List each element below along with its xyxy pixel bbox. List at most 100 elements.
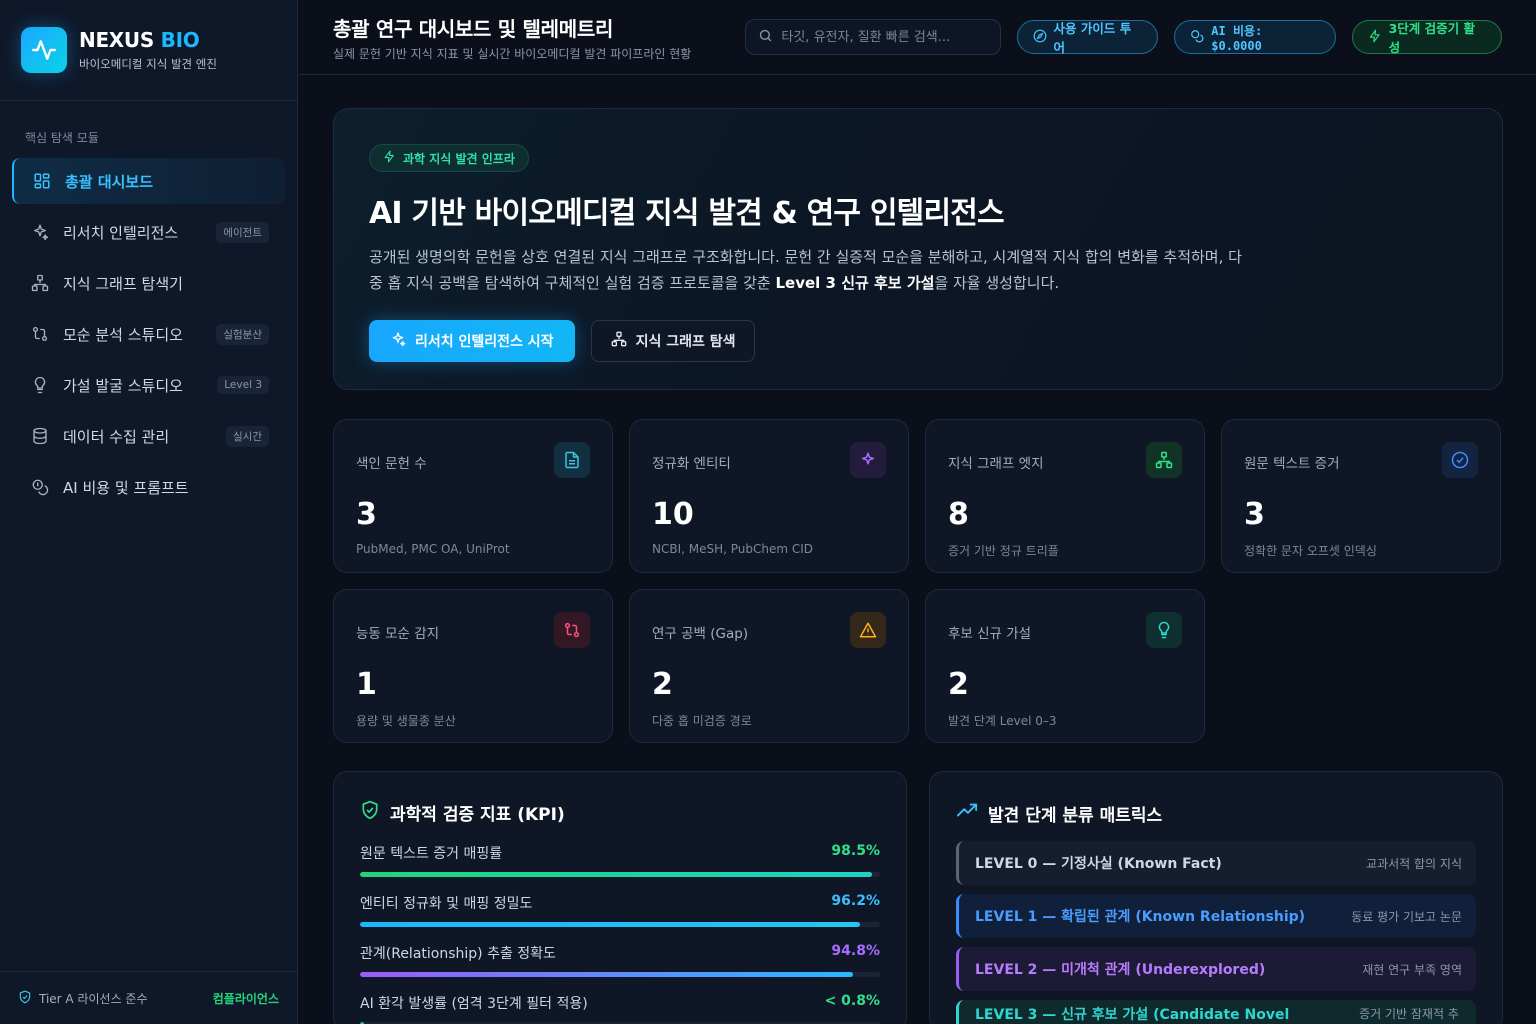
sidebar-item-label: 리서치 인텔리전스 <box>63 223 179 242</box>
level-row[interactable]: LEVEL 2 — 미개척 관계 (Underexplored) 재현 연구 부… <box>956 947 1476 991</box>
kpi-progress-track <box>360 972 880 977</box>
sidebar-item-ai-cost[interactable]: AI 비용 및 프롬프트 <box>12 464 285 510</box>
sidebar-item-contradiction-studio[interactable]: 모순 분석 스튜디오 실험분산 <box>12 311 285 357</box>
level-row[interactable]: LEVEL 1 — 확립된 관계 (Known Relationship) 동료… <box>956 894 1476 938</box>
stat-subtitle: 발견 단계 Level 0–3 <box>948 714 1057 728</box>
kpi-panel-title: 과학적 검증 지표 (KPI) <box>360 800 880 825</box>
kpi-progress-fill <box>360 872 873 877</box>
stat-value: 3 <box>1244 497 1265 532</box>
dashboard-icon <box>32 171 52 191</box>
kpi-progress-fill <box>360 972 853 977</box>
explore-graph-button[interactable]: 지식 그래프 탐색 <box>590 320 756 362</box>
top-bar: 총괄 연구 대시보드 및 텔레메트리 실제 문헌 기반 지식 지표 및 실시간 … <box>299 0 1536 75</box>
level-label: LEVEL 1 — 확립된 관계 (Known Relationship) <box>975 909 1306 925</box>
guide-tour-button[interactable]: 사용 가이드 투어 <box>1016 20 1159 55</box>
document-icon <box>554 442 590 478</box>
kpi-panel: 과학적 검증 지표 (KPI) 원문 텍스트 증거 매핑률 98.5% 엔티티 … <box>333 771 907 1024</box>
trending-up-icon <box>956 800 978 827</box>
level-row[interactable]: LEVEL 0 — 기정사실 (Known Fact) 교과서적 합의 지식 <box>956 841 1476 885</box>
kpi-row: 엔티티 정규화 및 매핑 정밀도 96.2% <box>360 893 880 927</box>
kpi-progress-track <box>360 872 880 877</box>
level-label: LEVEL 0 — 기정사실 (Known Fact) <box>975 856 1222 872</box>
kpi-label: 관계(Relationship) 추출 정확도 <box>360 946 556 962</box>
stat-subtitle: 용량 및 생물종 분산 <box>356 714 456 728</box>
sidebar: NEXUS BIO 바이오메디컬 지식 발견 엔진 핵심 탐색 모듈 총괄 대시… <box>0 0 298 1024</box>
stat-subtitle: 정확한 문자 오프셋 인덱싱 <box>1244 544 1377 558</box>
network-icon <box>1146 442 1182 478</box>
stat-card[interactable]: 정규화 엔티티 10 NCBI, MeSH, PubChem CID <box>629 419 909 573</box>
kpi-label: 원문 텍스트 증거 매핑률 <box>360 846 503 862</box>
verifier-status-button[interactable]: 3단계 검증기 활성 <box>1351 20 1502 55</box>
zap-icon <box>1368 29 1382 46</box>
page-subtitle: 실제 문헌 기반 지식 지표 및 실시간 바이오메디컬 발견 파이프라인 현황 <box>333 46 692 61</box>
compliance-link[interactable]: 컴플라이언스 <box>213 990 279 1007</box>
stat-value: 1 <box>356 667 377 702</box>
search-box[interactable] <box>745 19 1001 55</box>
kpi-value: 98.5% <box>831 843 880 859</box>
stat-subtitle: PubMed, PMC OA, UniProt <box>356 542 510 556</box>
brand-subtitle: 바이오메디컬 지식 발견 엔진 <box>79 57 217 71</box>
stat-value: 10 <box>652 497 694 532</box>
main-content: 과학 지식 발견 인프라 AI 기반 바이오메디컬 지식 발견 & 연구 인텔리… <box>333 108 1503 1024</box>
stat-value: 2 <box>948 667 969 702</box>
kpi-value: < 0.8% <box>824 993 880 1009</box>
hero-tag: 과학 지식 발견 인프라 <box>369 144 529 172</box>
stat-value: 8 <box>948 497 969 532</box>
kpi-label: 엔티티 정규화 및 매핑 정밀도 <box>360 896 533 912</box>
nav-section-title: 핵심 탐색 모듈 <box>25 131 99 145</box>
start-research-label: 리서치 인텔리전스 시작 <box>415 334 554 350</box>
verifier-status-label: 3단계 검증기 활성 <box>1388 21 1475 55</box>
warning-icon <box>850 612 886 648</box>
nav-badge: 에이전트 <box>216 221 269 243</box>
stat-value: 2 <box>652 667 673 702</box>
sidebar-item-research-intelligence[interactable]: 리서치 인텔리전스 에이전트 <box>12 209 285 255</box>
stat-subtitle: NCBI, MeSH, PubChem CID <box>652 542 814 556</box>
ai-cost-label: AI 비용: $0.0000 <box>1211 23 1263 53</box>
database-icon <box>30 426 50 446</box>
kpi-row: 관계(Relationship) 추출 정확도 94.8% <box>360 943 880 977</box>
brand-header[interactable]: NEXUS BIO 바이오메디컬 지식 발견 엔진 <box>0 0 297 101</box>
bottom-panels: 과학적 검증 지표 (KPI) 원문 텍스트 증거 매핑률 98.5% 엔티티 … <box>333 771 1503 1024</box>
sidebar-item-hypothesis-studio[interactable]: 가설 발굴 스튜디오 Level 3 <box>12 362 285 408</box>
start-research-button[interactable]: 리서치 인텔리전스 시작 <box>369 320 575 362</box>
sidebar-item-label: 모순 분석 스튜디오 <box>63 325 183 344</box>
network-icon <box>30 273 50 293</box>
kpi-progress-track <box>360 922 880 927</box>
guide-tour-label: 사용 가이드 투어 <box>1053 21 1132 55</box>
kpi-row: 원문 텍스트 증거 매핑률 98.5% <box>360 843 880 877</box>
stat-subtitle: 다중 홉 미검증 경로 <box>652 714 752 728</box>
sidebar-item-label: 가설 발굴 스튜디오 <box>63 376 183 395</box>
check-circle-icon <box>1442 442 1478 478</box>
sidebar-item-label: AI 비용 및 프롬프트 <box>63 478 189 497</box>
stat-card[interactable]: 원문 텍스트 증거 3 정확한 문자 오프셋 인덱싱 <box>1221 419 1501 573</box>
git-compare-icon <box>30 324 50 344</box>
kpi-label: AI 환각 발생률 (엄격 3단계 필터 적용) <box>360 996 588 1012</box>
sparkles-icon <box>30 222 50 242</box>
stat-card[interactable]: 연구 공백 (Gap) 2 다중 홉 미검증 경로 <box>629 589 909 743</box>
stat-card[interactable]: 능동 모순 감지 1 용량 및 생물종 분산 <box>333 589 613 743</box>
sidebar-item-data-ingestion[interactable]: 데이터 수집 관리 실시간 <box>12 413 285 459</box>
sidebar-item-label: 데이터 수집 관리 <box>63 427 170 446</box>
coins-icon <box>1190 29 1204 46</box>
shield-check-icon <box>360 800 380 825</box>
nav-section: 핵심 탐색 모듈 총괄 대시보드 리서치 인텔리전스 에이전트 지식 그래프 탐… <box>0 129 297 510</box>
levels-panel-title: 발견 단계 분류 매트릭스 <box>956 800 1476 827</box>
git-compare-icon <box>554 612 590 648</box>
search-input[interactable] <box>781 29 982 45</box>
sidebar-item-label: 지식 그래프 탐색기 <box>63 274 183 293</box>
lightbulb-icon <box>30 375 50 395</box>
level-row[interactable]: LEVEL 3 — 신규 후보 가설 (Candidate Novel Hypo… <box>956 1000 1476 1024</box>
sidebar-item-knowledge-graph[interactable]: 지식 그래프 탐색기 <box>12 260 285 306</box>
level-label: LEVEL 2 — 미개척 관계 (Underexplored) <box>975 962 1266 978</box>
stat-card[interactable]: 색인 문헌 수 3 PubMed, PMC OA, UniProt <box>333 419 613 573</box>
brand-name: NEXUS BIO <box>79 28 200 52</box>
hero-panel: 과학 지식 발견 인프라 AI 기반 바이오메디컬 지식 발견 & 연구 인텔리… <box>333 108 1503 390</box>
stat-card[interactable]: 후보 신규 가설 2 발견 단계 Level 0–3 <box>925 589 1205 743</box>
zap-icon <box>383 150 396 166</box>
stat-card[interactable]: 지식 그래프 엣지 8 증거 기반 정규 트리플 <box>925 419 1205 573</box>
kpi-value: 96.2% <box>831 893 880 909</box>
ai-cost-badge[interactable]: AI 비용: $0.0000 <box>1174 20 1336 54</box>
license-text: Tier A 라이선스 준수 <box>39 991 148 1006</box>
sidebar-item-label: 총괄 대시보드 <box>65 172 154 191</box>
sidebar-item-dashboard[interactable]: 총괄 대시보드 <box>12 158 285 204</box>
